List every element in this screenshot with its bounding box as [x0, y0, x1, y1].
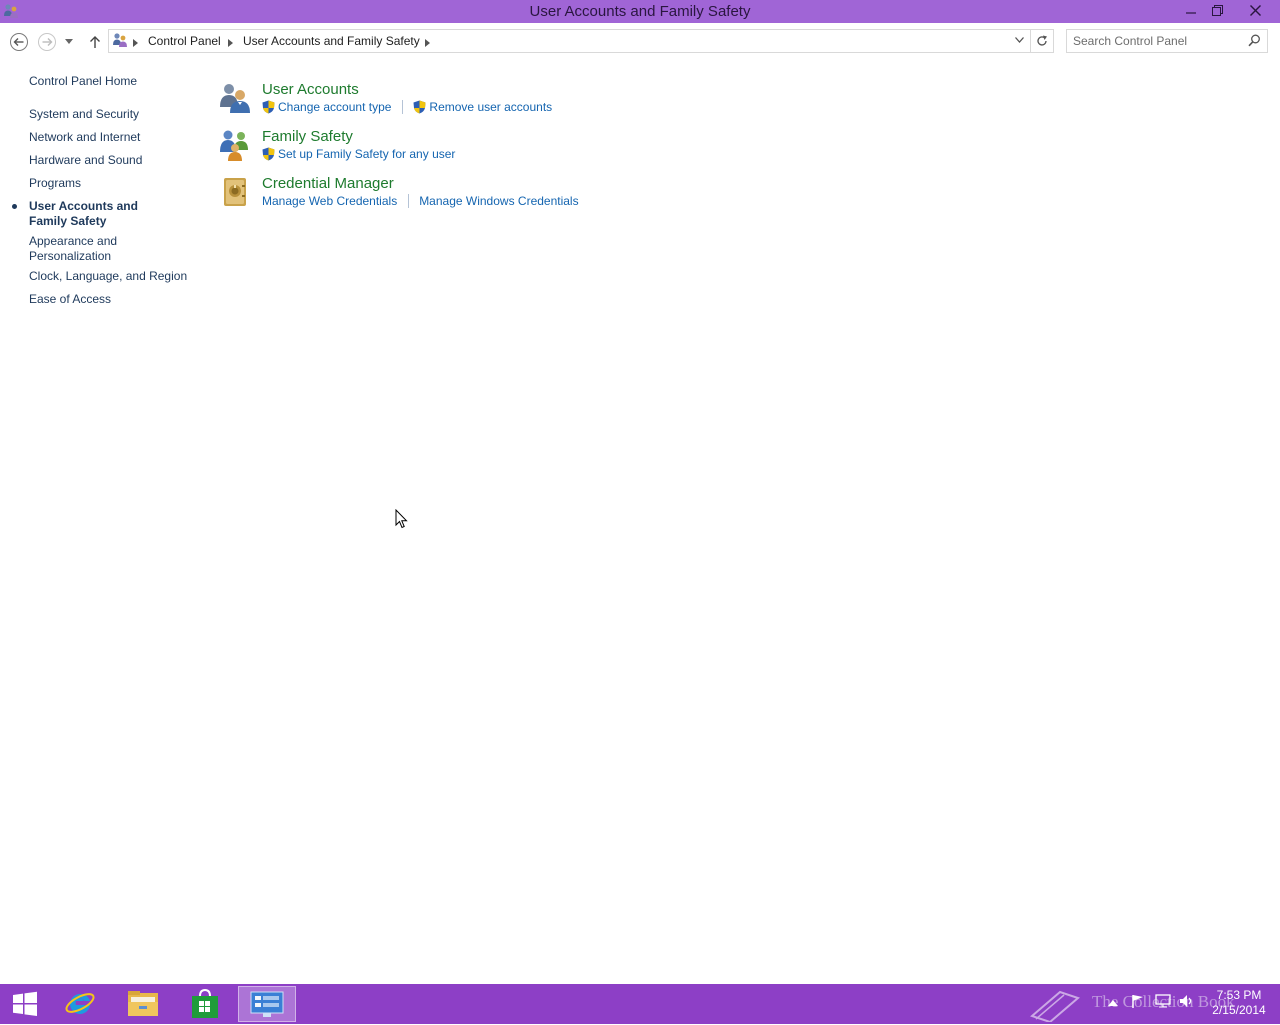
- file-explorer-icon: [128, 991, 158, 1016]
- link-separator: [408, 194, 410, 208]
- breadcrumb-control-panel[interactable]: Control Panel: [148, 34, 221, 48]
- taskbar-file-explorer[interactable]: [115, 986, 171, 1022]
- recent-locations-chevron-down-icon[interactable]: [62, 32, 76, 52]
- search-box[interactable]: [1066, 29, 1268, 53]
- uac-shield-icon: [262, 100, 275, 114]
- search-input[interactable]: [1073, 33, 1243, 48]
- network-icon[interactable]: [1155, 994, 1171, 1011]
- address-bar[interactable]: Control Panel User Accounts and Family S…: [108, 29, 1031, 53]
- back-button[interactable]: [9, 32, 29, 52]
- internet-explorer-icon: [65, 993, 95, 1014]
- store-icon: [192, 989, 218, 1018]
- link-separator: [402, 100, 404, 114]
- sidebar-item-hardware-and-sound[interactable]: Hardware and Sound: [29, 153, 189, 168]
- close-button[interactable]: [1232, 0, 1278, 21]
- minimize-button[interactable]: [1178, 0, 1204, 21]
- taskbar-store[interactable]: [177, 986, 233, 1022]
- system-clock[interactable]: 7:53 PM 2/15/2014: [1205, 988, 1273, 1018]
- control-panel-home-link[interactable]: Control Panel Home: [29, 74, 189, 89]
- sidebar-item-ease-of-access[interactable]: Ease of Access: [29, 292, 189, 307]
- change-account-type-link[interactable]: Change account type: [262, 100, 391, 114]
- refresh-button[interactable]: [1030, 29, 1054, 53]
- forward-button[interactable]: [37, 32, 57, 52]
- taskbar: The Collection Book 7:53 PM 2/15/2014: [0, 984, 1280, 1024]
- uac-shield-icon: [262, 147, 275, 161]
- search-icon[interactable]: [1248, 34, 1261, 50]
- breadcrumb-separator-icon[interactable]: [228, 36, 233, 50]
- change-account-type-label: Change account type: [278, 100, 392, 114]
- breadcrumb-user-accounts[interactable]: User Accounts and Family Safety: [243, 34, 420, 48]
- sidebar-item-programs[interactable]: Programs: [29, 176, 189, 191]
- family-safety-tasks: Set up Family Safety for any user: [262, 147, 455, 161]
- set-up-family-safety-label: Set up Family Safety for any user: [278, 147, 456, 161]
- taskbar-control-panel[interactable]: [238, 986, 296, 1022]
- credential-manager-tasks: Manage Web Credentials Manage Windows Cr…: [262, 194, 579, 208]
- active-item-bullet-icon: [12, 204, 17, 209]
- user-accounts-tasks: Change account type Remove user accounts: [262, 100, 552, 114]
- restore-button[interactable]: [1204, 0, 1230, 21]
- family-safety-title-link[interactable]: Family Safety: [262, 128, 353, 145]
- show-hidden-icons-chevron-up-icon[interactable]: [1108, 996, 1118, 1010]
- breadcrumb-separator-icon[interactable]: [425, 36, 430, 50]
- start-icon: [13, 991, 37, 1016]
- sidebar-item-user-accounts-and-family-safety[interactable]: User Accounts and Family Safety: [29, 199, 179, 229]
- sidebar-item-network-and-internet[interactable]: Network and Internet: [29, 130, 189, 145]
- title-bar: User Accounts and Family Safety: [0, 0, 1280, 23]
- start-button[interactable]: [0, 986, 50, 1022]
- mouse-cursor-icon: [395, 508, 408, 532]
- user-accounts-icon[interactable]: [218, 81, 252, 115]
- sidebar-item-system-and-security[interactable]: System and Security: [29, 107, 189, 122]
- user-accounts-title-link[interactable]: User Accounts: [262, 81, 359, 98]
- set-up-family-safety-link[interactable]: Set up Family Safety for any user: [262, 147, 455, 161]
- credential-manager-icon[interactable]: [218, 175, 252, 209]
- uac-shield-icon: [413, 100, 426, 114]
- sidebar-item-appearance-and-personalization[interactable]: Appearance and Personalization: [29, 234, 139, 264]
- remove-user-accounts-link[interactable]: Remove user accounts: [413, 100, 552, 114]
- manage-web-credentials-link[interactable]: Manage Web Credentials: [262, 194, 397, 208]
- address-history-chevron-down-icon[interactable]: [1010, 30, 1028, 50]
- volume-icon[interactable]: [1179, 994, 1195, 1011]
- clock-date: 2/15/2014: [1212, 1003, 1266, 1017]
- sidebar-item-clock-language-and-region[interactable]: Clock, Language, and Region: [29, 269, 199, 284]
- breadcrumb-separator-icon[interactable]: [133, 36, 138, 50]
- credential-manager-title-link[interactable]: Credential Manager: [262, 175, 394, 192]
- control-panel-icon: [112, 32, 128, 51]
- clock-time: 7:53 PM: [1216, 988, 1262, 1002]
- taskbar-internet-explorer[interactable]: [52, 986, 108, 1022]
- remove-user-accounts-label: Remove user accounts: [429, 100, 553, 114]
- book-icon: [1030, 990, 1080, 1024]
- up-arrow-icon[interactable]: [85, 32, 105, 52]
- action-center-flag-icon[interactable]: [1131, 994, 1145, 1011]
- window-title: User Accounts and Family Safety: [529, 3, 751, 20]
- control-panel-icon: [250, 991, 284, 1017]
- manage-windows-credentials-link[interactable]: Manage Windows Credentials: [419, 194, 578, 208]
- navigation-bar: Control Panel User Accounts and Family S…: [0, 23, 1280, 59]
- family-safety-icon[interactable]: [218, 128, 252, 162]
